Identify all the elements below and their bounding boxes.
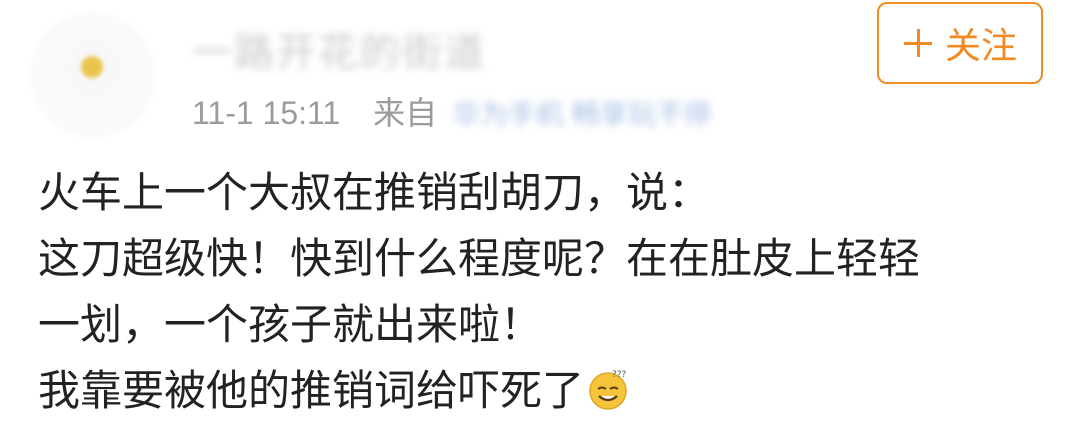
post-line-4: 我靠要被他的推销词给吓死了 <box>38 366 585 415</box>
post-source[interactable]: 华为手机 畅享玩不停 <box>452 99 712 130</box>
post-line-3: 一划，一个孩子就出来啦！ <box>38 300 543 349</box>
post-line-2: 这刀超级快！快到什么程度呢？在在肚皮上轻轻 <box>38 234 921 283</box>
sweat-smile-emoji-icon: ??? <box>586 364 630 410</box>
avatar-dot <box>81 56 103 78</box>
svg-text:???: ??? <box>612 370 627 380</box>
post-line-1: 火车上一个大叔在推销刮胡刀，说： <box>38 168 711 217</box>
weibo-post: 一路开花的街道 11-1 15:11 来自 华为手机 畅享玩不停 关注 火车上一… <box>0 0 1080 441</box>
plus-icon <box>903 28 933 58</box>
post-meta: 11-1 15:11 来自 华为手机 畅享玩不停 <box>192 88 712 134</box>
source-prefix: 来自 <box>373 95 438 131</box>
post-timestamp: 11-1 15:11 <box>192 95 341 131</box>
follow-button-label: 关注 <box>944 26 1017 67</box>
post-content: 火车上一个大叔在推销刮胡刀，说： 这刀超级快！快到什么程度呢？在在肚皮上轻轻 一… <box>38 160 1060 424</box>
post-line-4-wrap: 我靠要被他的推销词给吓死了 ??? <box>38 358 1060 424</box>
follow-button[interactable]: 关注 <box>877 2 1043 84</box>
username[interactable]: 一路开花的街道 <box>192 20 486 78</box>
